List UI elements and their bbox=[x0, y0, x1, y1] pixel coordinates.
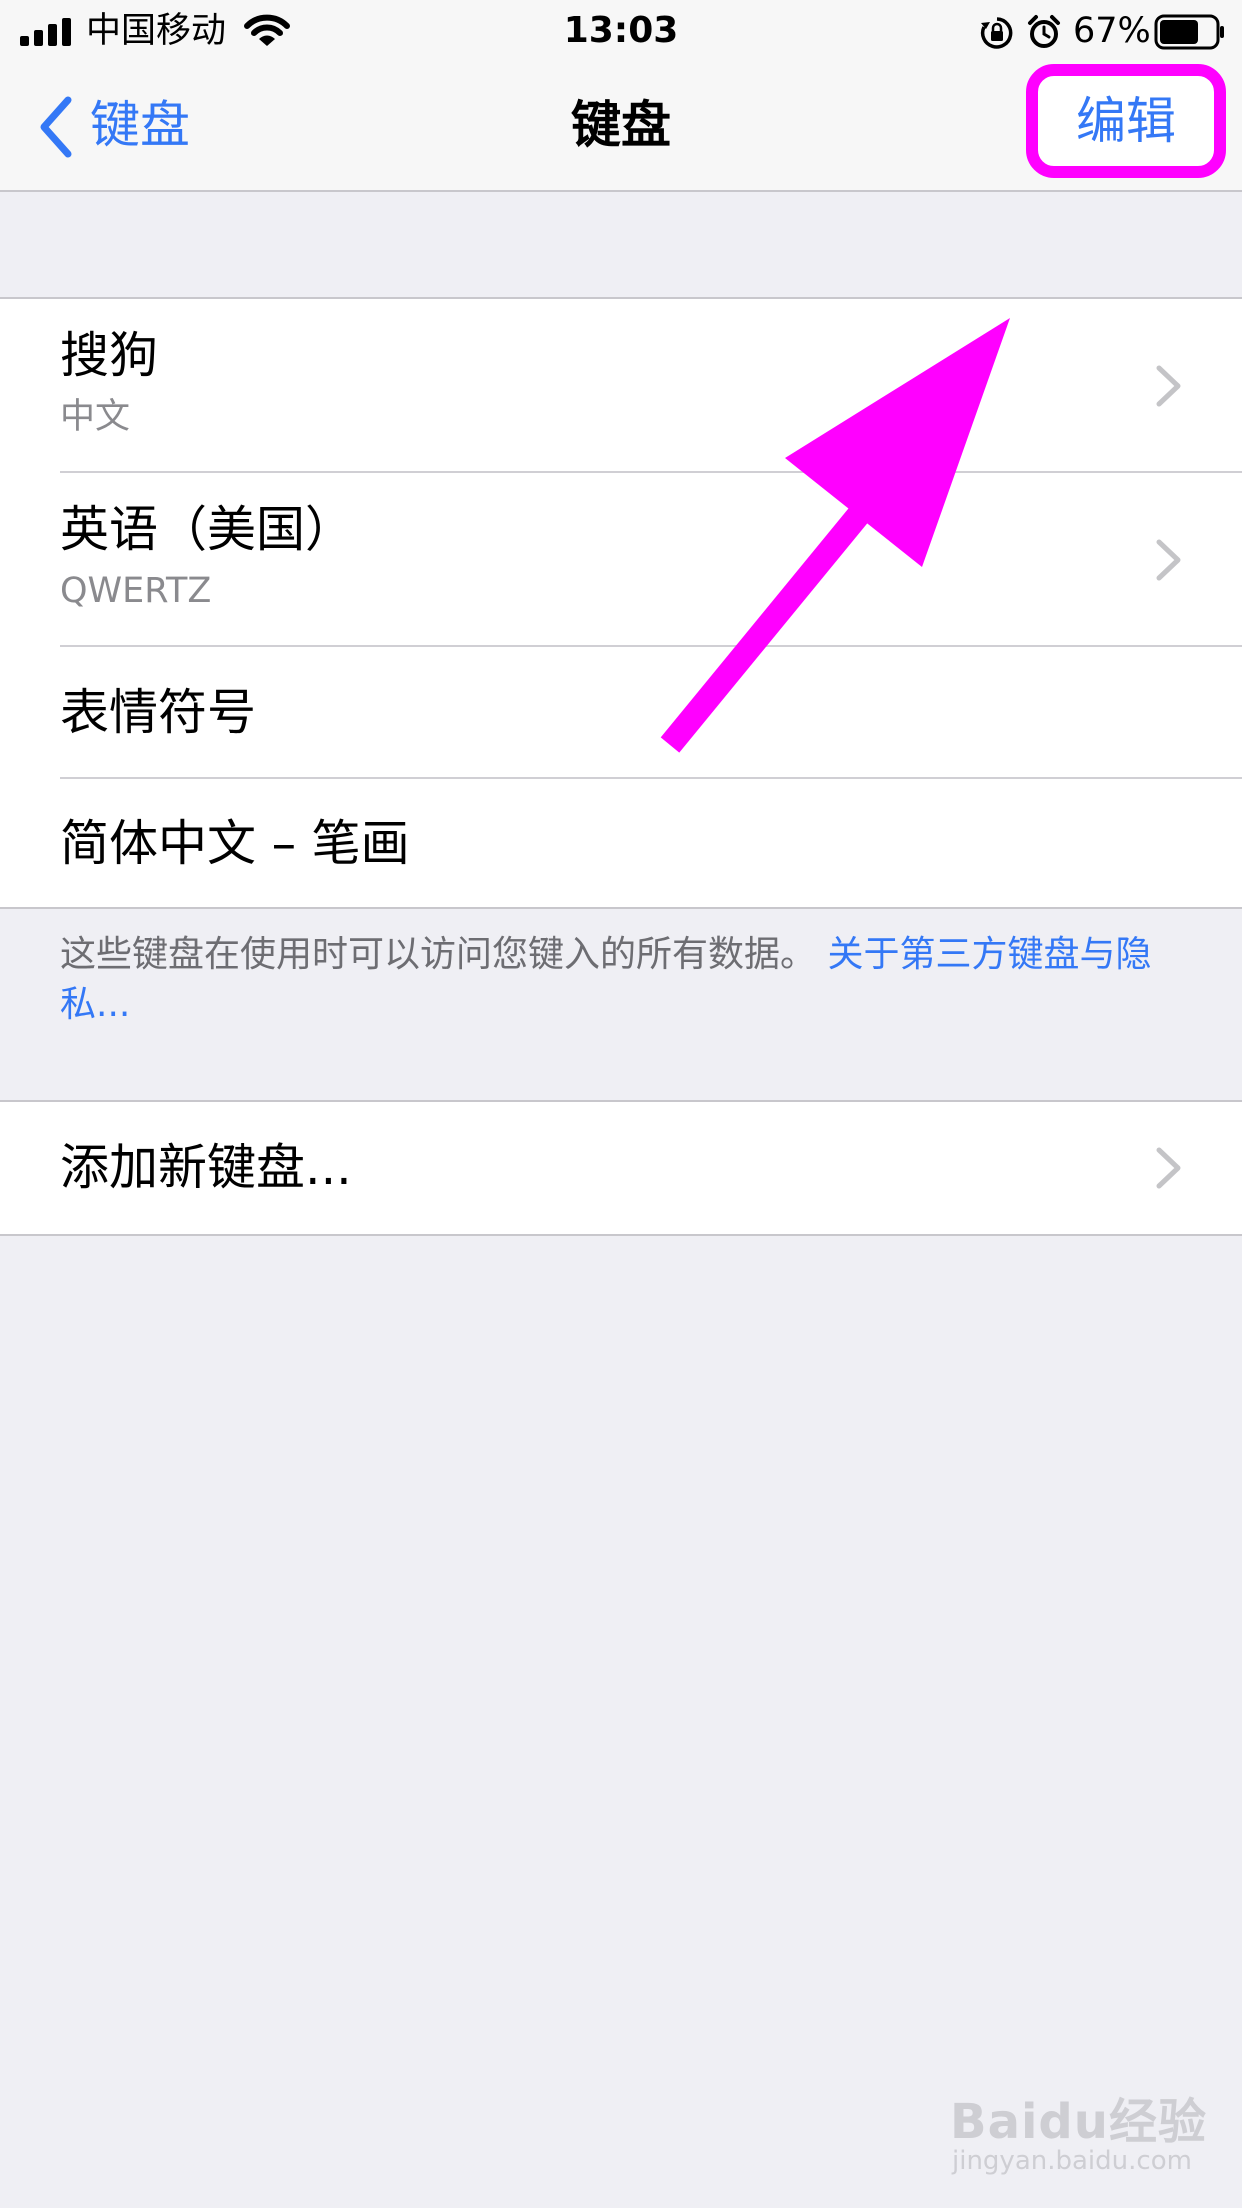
annotation-arrow-icon bbox=[660, 318, 1010, 753]
baidu-watermark-logo: Baidu经验 bbox=[950, 2094, 1207, 2150]
baidu-watermark-url: jingyan.baidu.com bbox=[952, 2146, 1192, 2176]
